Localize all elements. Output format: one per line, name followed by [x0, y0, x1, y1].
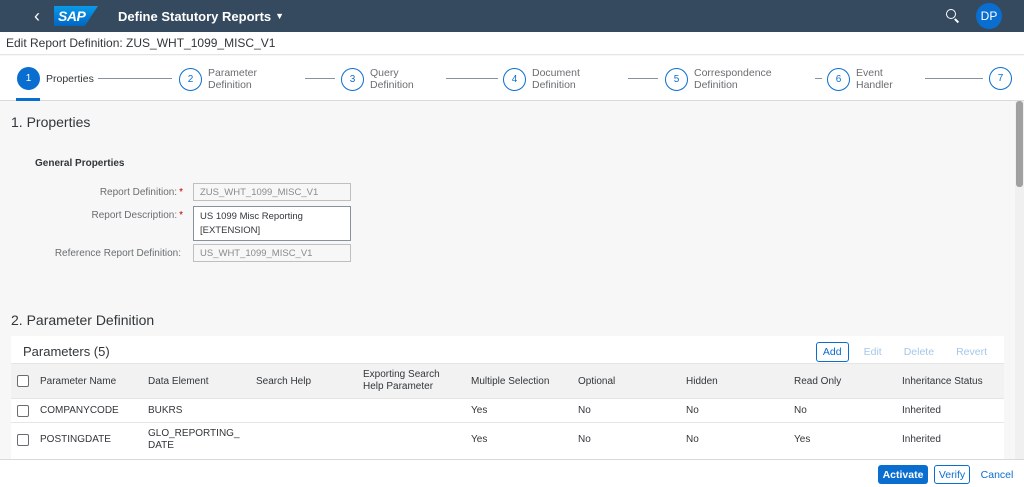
section-title-properties: 1. Properties [11, 114, 91, 130]
group-title-general-properties: General Properties [35, 158, 125, 169]
col-data-element: Data Element [148, 376, 209, 387]
wizard-step-document-definition[interactable]: 4 Document Definition [503, 67, 592, 91]
section-title-parameter-definition: 2. Parameter Definition [11, 312, 155, 328]
step-label: Query Definition [370, 67, 414, 91]
field-label: Report Definition: * [99, 186, 183, 198]
wizard-step-query-definition[interactable]: 3 Query Definition [341, 67, 420, 91]
step-label: Document Definition [532, 67, 580, 91]
step-number: 2 [179, 67, 202, 91]
wizard-connector [446, 78, 498, 79]
field-reference-report-definition: Reference Report Definition: US_WHT_1099… [10, 244, 351, 262]
delete-button[interactable]: Delete [897, 342, 941, 362]
revert-button[interactable]: Revert [949, 342, 994, 362]
reference-report-definition-input[interactable]: US_WHT_1099_MISC_V1 [193, 244, 351, 262]
add-button[interactable]: Add [815, 342, 849, 362]
step-label: Properties [46, 72, 94, 85]
step-number: 6 [827, 67, 850, 91]
col-hidden: Hidden [686, 376, 718, 387]
table-row[interactable]: COMPANYCODE BUKRS Yes No No No Inherited [11, 399, 1004, 423]
field-label: Reference Report Definition: [54, 247, 181, 259]
wizard-progress: 1 Properties 2 Parameter Definition 3 Qu… [0, 56, 1024, 101]
cell-data-element: BUKRS [148, 405, 183, 416]
field-report-definition: Report Definition: * ZUS_WHT_1099_MISC_V1 [10, 183, 351, 201]
parameters-table-panel: Parameters (5) Add Edit Delete Revert Pa… [11, 336, 1004, 459]
col-search-help: Search Help [256, 376, 312, 387]
step-number: 7 [989, 67, 1012, 90]
shell-bar: ‹ SAP Define Statutory Reports ▼ DP [0, 0, 1024, 32]
sap-logo[interactable]: SAP [54, 6, 98, 26]
page-title: Edit Report Definition: ZUS_WHT_1099_MIS… [0, 32, 1024, 55]
cell-optional: No [578, 405, 591, 416]
field-report-description: Report Description: * US 1099 Misc Report… [10, 206, 351, 241]
search-icon[interactable] [944, 7, 962, 25]
col-parameter-name: Parameter Name [40, 376, 117, 387]
cell-multiple-selection: Yes [471, 434, 488, 445]
step-number: 1 [17, 67, 40, 90]
step-label: Parameter Definition [208, 67, 258, 91]
wizard-step-properties[interactable]: 1 Properties [17, 67, 94, 90]
chevron-down-icon: ▼ [275, 11, 285, 21]
cell-parameter-name: POSTINGDATE [40, 434, 111, 445]
cell-read-only: No [794, 405, 807, 416]
wizard-connector [305, 78, 335, 79]
report-description-input[interactable]: US 1099 Misc Reporting [EXTENSION] [193, 206, 351, 241]
app-title: Define Statutory Reports [118, 8, 272, 24]
cancel-button[interactable]: Cancel [978, 465, 1016, 484]
col-multiple-selection: Multiple Selection [471, 376, 550, 387]
table-toolbar: Add Edit Delete Revert [815, 342, 994, 362]
select-all-checkbox[interactable] [17, 375, 29, 387]
wizard-connector [815, 78, 822, 79]
row-checkbox[interactable] [17, 405, 29, 417]
cell-read-only: Yes [794, 434, 811, 445]
step-number: 5 [665, 67, 688, 91]
back-arrow-icon[interactable]: ‹ [22, 0, 52, 32]
col-read-only: Read Only [794, 376, 842, 387]
wizard-step-7[interactable]: 7 [989, 67, 1012, 90]
scrollbar-thumb[interactable] [1016, 101, 1023, 187]
col-inheritance-status: Inheritance Status [902, 376, 983, 387]
app-title-menu[interactable]: Define Statutory Reports ▼ [118, 9, 284, 24]
cell-parameter-name: COMPANYCODE [40, 405, 119, 416]
step-number: 3 [341, 67, 364, 91]
step-number: 4 [503, 67, 526, 91]
step-label: Correspondence Definition [694, 67, 772, 91]
avatar[interactable]: DP [976, 3, 1002, 29]
cell-hidden: No [686, 434, 699, 445]
report-definition-input[interactable]: ZUS_WHT_1099_MISC_V1 [193, 183, 351, 201]
col-exporting-search-help-parameter: Exporting Search Help Parameter [363, 369, 440, 392]
wizard-connector [628, 78, 658, 79]
cell-data-element: GLO_REPORTING_DATE [148, 428, 240, 451]
activate-button[interactable]: Activate [878, 465, 928, 484]
footer-toolbar: Activate Verify Cancel [0, 459, 1024, 487]
edit-button[interactable]: Edit [857, 342, 889, 362]
cell-inheritance-status: Inherited [902, 434, 941, 445]
wizard-connector [98, 78, 172, 79]
table-row[interactable]: POSTINGDATE GLO_REPORTING_DATE Yes No No… [11, 423, 1004, 459]
field-label: Report Description: * [91, 210, 184, 221]
wizard-step-correspondence-definition[interactable]: 5 Correspondence Definition [665, 67, 780, 91]
active-step-indicator [16, 98, 40, 101]
row-checkbox[interactable] [17, 434, 29, 446]
cell-multiple-selection: Yes [471, 405, 488, 416]
cell-optional: No [578, 434, 591, 445]
wizard-connector [925, 78, 983, 79]
col-optional: Optional [578, 376, 616, 387]
wizard-step-event-handler[interactable]: 6 Event Handler [827, 67, 906, 91]
cell-hidden: No [686, 405, 699, 416]
table-header: Parameter Name Data Element Search Help … [11, 363, 1004, 399]
cell-inheritance-status: Inherited [902, 405, 941, 416]
table-title: Parameters (5) [23, 344, 110, 359]
verify-button[interactable]: Verify [934, 465, 970, 484]
step-label: Event Handler [856, 67, 893, 91]
wizard-step-parameter-definition[interactable]: 2 Parameter Definition [179, 67, 268, 91]
